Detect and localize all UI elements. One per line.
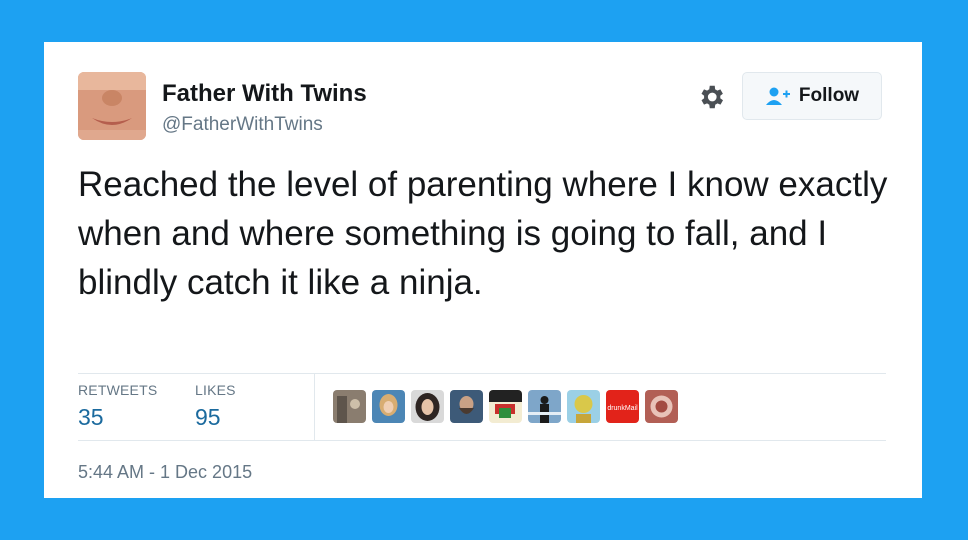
avatar[interactable]: [78, 72, 146, 140]
likes-stat[interactable]: LIKES 95: [195, 382, 236, 431]
tweet-timestamp[interactable]: 5:44 AM - 1 Dec 2015: [78, 462, 252, 483]
stats-top-divider: [78, 373, 886, 374]
liker-avatars: drunkMail: [333, 390, 678, 423]
likes-label: LIKES: [195, 382, 236, 398]
liker-avatar[interactable]: [333, 390, 366, 423]
liker-avatar[interactable]: [645, 390, 678, 423]
tweet-card: Father With Twins @FatherWithTwins Follo…: [44, 42, 922, 498]
liker-avatar[interactable]: drunkMail: [606, 390, 639, 423]
tweet-text: Reached the level of parenting where I k…: [78, 165, 888, 302]
gear-icon[interactable]: [696, 82, 726, 112]
add-user-icon: [765, 86, 791, 106]
stats-divider: [314, 374, 315, 440]
liker-avatar-text: drunkMail: [607, 405, 638, 412]
follow-button[interactable]: Follow: [742, 72, 882, 120]
liker-avatar[interactable]: [372, 390, 405, 423]
retweets-label: RETWEETS: [78, 382, 158, 398]
stats-bottom-divider: [78, 440, 886, 441]
user-name[interactable]: Father With Twins: [162, 80, 367, 108]
liker-avatar[interactable]: [411, 390, 444, 423]
liker-avatar[interactable]: [567, 390, 600, 423]
liker-avatar[interactable]: [489, 390, 522, 423]
user-handle[interactable]: @FatherWithTwins: [162, 114, 323, 136]
liker-avatar[interactable]: [450, 390, 483, 423]
follow-label: Follow: [798, 85, 860, 106]
likes-count: 95: [195, 404, 221, 430]
retweets-count: 35: [78, 404, 104, 430]
liker-avatar[interactable]: [528, 390, 561, 423]
retweets-stat[interactable]: RETWEETS 35: [78, 382, 157, 431]
